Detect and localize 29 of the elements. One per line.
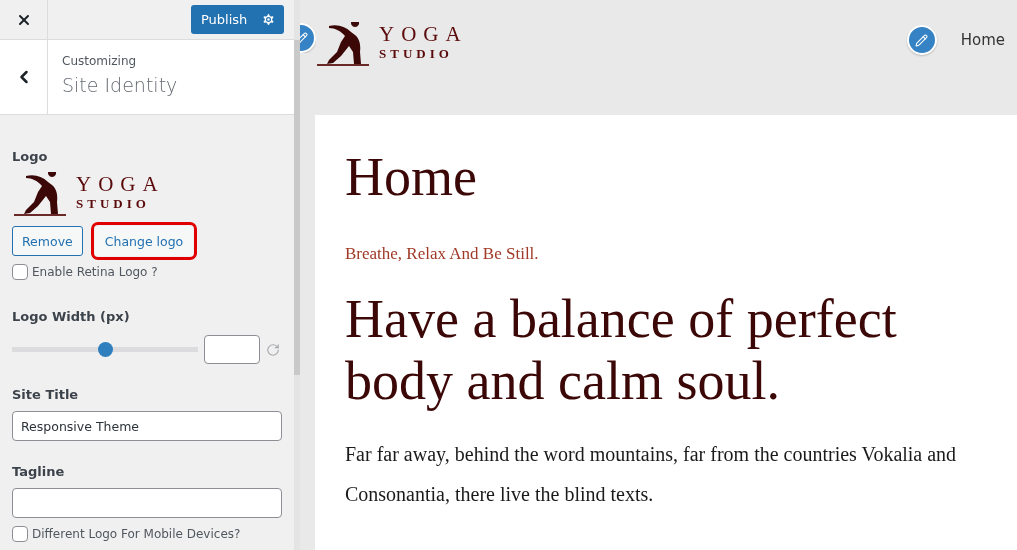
- breadcrumb: Customizing: [62, 54, 138, 68]
- checkbox[interactable]: [12, 264, 28, 280]
- subtitle: Breathe, Relax And Be Still.: [345, 243, 540, 264]
- heading: Have a balance of perfect body and calm soul.: [345, 287, 898, 412]
- edit-pencil-icon[interactable]: [300, 23, 316, 53]
- gear-icon: [261, 12, 276, 27]
- publish-button[interactable]: Publish: [191, 5, 284, 34]
- slider-thumb[interactable]: [98, 342, 113, 357]
- reset-icon[interactable]: [266, 342, 280, 357]
- site-title-field[interactable]: Responsive Theme: [12, 411, 282, 441]
- logo-label: Logo: [12, 149, 49, 164]
- checkbox-label: Different Logo For Mobile Devices?: [32, 527, 241, 541]
- logo-subtitle: STUDIO: [76, 196, 151, 212]
- paragraph: Far far away, behind the word mountains, far from the countries Vokalia and Consonantia, there live the blind texts.: [345, 441, 958, 507]
- section-title: Site Identity: [62, 74, 178, 96]
- checkbox[interactable]: [12, 526, 28, 542]
- page-title: Home: [345, 146, 478, 209]
- remove-button[interactable]: Remove: [12, 226, 83, 256]
- site-title-label: Site Title: [12, 387, 79, 402]
- nav-link[interactable]: Home: [960, 31, 1005, 49]
- checkbox-label: Enable Retina Logo ?: [32, 265, 158, 279]
- logo-width-input[interactable]: [204, 335, 260, 364]
- logo-title: YOGA: [379, 22, 468, 46]
- logo-width-label: Logo Width (px): [12, 309, 130, 324]
- logo-subtitle: STUDIO: [379, 46, 454, 62]
- logo-title: YOGA: [76, 172, 165, 196]
- edit-pencil-icon[interactable]: [906, 25, 937, 55]
- tagline-field[interactable]: [12, 488, 282, 518]
- tagline-label: Tagline: [12, 464, 65, 479]
